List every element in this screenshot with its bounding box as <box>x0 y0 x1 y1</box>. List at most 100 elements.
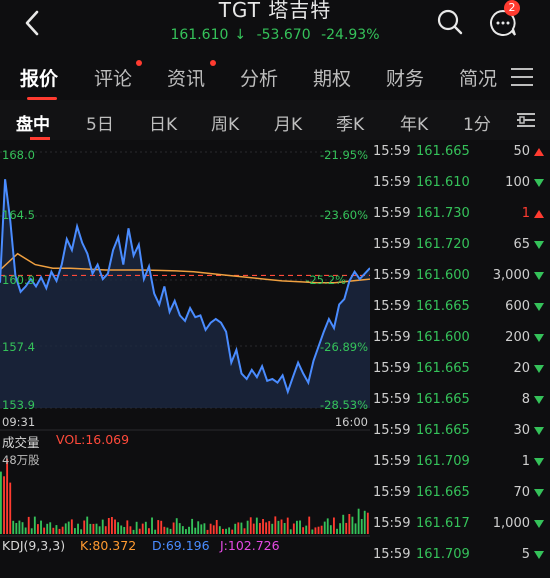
volume-bar <box>259 523 261 534</box>
period-weekly-k[interactable]: 周K <box>211 110 239 135</box>
trade-time: 15:59 <box>373 268 411 283</box>
trade-time: 15:59 <box>373 454 411 469</box>
price-change: -53.670 <box>256 27 311 43</box>
volume-bar <box>237 522 240 534</box>
volume-bar <box>339 523 342 534</box>
trade-volume: 200 <box>505 330 530 345</box>
volume-bar <box>246 520 249 534</box>
trade-time: 15:59 <box>373 485 411 500</box>
volume-bar <box>320 525 323 534</box>
volume-bar <box>302 527 305 534</box>
volume-bar <box>249 517 252 534</box>
volume-bar <box>185 529 187 534</box>
tab-profile[interactable]: 简况 <box>459 64 499 91</box>
trade-volume: 1 <box>521 206 530 221</box>
volume-bar <box>345 522 348 534</box>
volume-bar <box>194 527 197 534</box>
tab-news[interactable]: 资讯 <box>167 64 205 91</box>
main-tabs: 报价 评论 资讯 分析 期权 财务 简况 <box>0 54 550 100</box>
trade-down-arrow-icon <box>534 179 544 187</box>
period-1min[interactable]: 1分 <box>463 110 491 135</box>
trade-time: 15:59 <box>373 392 411 407</box>
trade-row: 15:59 161.617 1,000 <box>370 516 550 547</box>
trade-price: 161.600 <box>416 330 470 345</box>
volume-axis-label: 48万股 <box>2 453 40 467</box>
trade-ticker-list[interactable]: 15:59 161.665 50 15:59 161.610 100 15:59 161.73… <box>370 140 550 562</box>
y-tick-right-0: -21.95% <box>320 148 368 162</box>
volume-bar <box>77 523 79 534</box>
volume-bar <box>18 520 21 534</box>
volume-bar <box>0 471 2 534</box>
search-icon[interactable] <box>436 8 464 36</box>
trade-down-arrow-icon <box>534 520 544 528</box>
volume-bar <box>49 522 52 534</box>
chart-settings-icon[interactable] <box>515 110 537 130</box>
volume-bar <box>166 527 169 534</box>
volume-bar <box>292 523 295 534</box>
trade-row: 15:59 161.720 65 <box>370 237 550 268</box>
volume-bar <box>317 526 320 534</box>
volume-bar <box>92 523 95 534</box>
volume-bar <box>228 527 231 534</box>
x-tick-start: 09:31 <box>2 415 36 429</box>
volume-bar <box>3 476 5 534</box>
y-tick-left-4: 153.9 <box>2 398 35 412</box>
tab-financials[interactable]: 财务 <box>386 64 424 91</box>
tab-quote[interactable]: 报价 <box>20 64 58 91</box>
volume-bar <box>24 527 27 534</box>
trade-time: 15:59 <box>373 330 411 345</box>
volume-bar <box>120 525 123 534</box>
trade-time: 15:59 <box>373 547 411 562</box>
volume-bar <box>40 520 42 534</box>
trade-volume: 70 <box>513 485 530 500</box>
volume-bar <box>172 522 175 534</box>
last-price: 161.610 <box>170 27 229 43</box>
volume-value: VOL:16.069 <box>56 432 130 447</box>
trade-price: 161.610 <box>416 175 470 190</box>
trade-price: 161.600 <box>416 268 470 283</box>
y-tick-right-4: -28.53% <box>320 398 368 412</box>
y-tick-left-1: 164.5 <box>2 208 35 222</box>
period-quarterly-k[interactable]: 季K <box>336 110 364 135</box>
menu-icon[interactable] <box>510 66 534 88</box>
period-intraday[interactable]: 盘中 <box>16 110 50 135</box>
volume-bar <box>366 512 369 534</box>
trade-row: 15:59 161.665 20 <box>370 361 550 392</box>
period-monthly-k[interactable]: 月K <box>274 110 302 135</box>
tab-comments-dot <box>136 60 142 66</box>
tab-analysis[interactable]: 分析 <box>240 64 278 91</box>
period-daily-k[interactable]: 日K <box>149 110 177 135</box>
volume-bar <box>231 529 234 534</box>
volume-bar <box>191 518 194 534</box>
volume-bar <box>9 482 12 534</box>
trade-row: 15:59 161.665 600 <box>370 299 550 330</box>
stock-title: TGT 塔吉特 <box>218 0 332 22</box>
trade-row: 15:59 161.600 3,000 <box>370 268 550 299</box>
volume-bar <box>203 523 206 534</box>
volume-bar <box>95 523 98 534</box>
volume-bar <box>265 522 268 534</box>
volume-bar <box>98 526 101 534</box>
kdj-j: J:102.726 <box>220 538 280 553</box>
trade-row: 15:59 161.600 200 <box>370 330 550 361</box>
period-5day[interactable]: 5日 <box>86 110 114 135</box>
tab-comments[interactable]: 评论 <box>94 64 132 91</box>
volume-bar <box>363 510 366 534</box>
volume-bar <box>89 523 92 534</box>
volume-bar <box>27 516 30 534</box>
volume-bar <box>209 523 212 534</box>
trade-price: 161.665 <box>416 485 470 500</box>
intraday-chart[interactable]: 168.0 164.5 160.9 157.4 153.9 -21.95% -2… <box>0 140 370 561</box>
trade-down-arrow-icon <box>534 365 544 373</box>
volume-bar <box>132 529 135 534</box>
volume-bar <box>311 529 314 534</box>
period-yearly-k[interactable]: 年K <box>400 110 428 135</box>
volume-bar <box>283 523 286 534</box>
trade-price: 161.665 <box>416 423 470 438</box>
trade-volume: 20 <box>513 361 530 376</box>
trade-volume: 65 <box>513 237 530 252</box>
trade-time: 15:59 <box>373 144 411 159</box>
tab-options[interactable]: 期权 <box>313 64 351 91</box>
trade-row: 15:59 161.665 8 <box>370 392 550 423</box>
price-change-pct: -24.93% <box>321 27 380 43</box>
